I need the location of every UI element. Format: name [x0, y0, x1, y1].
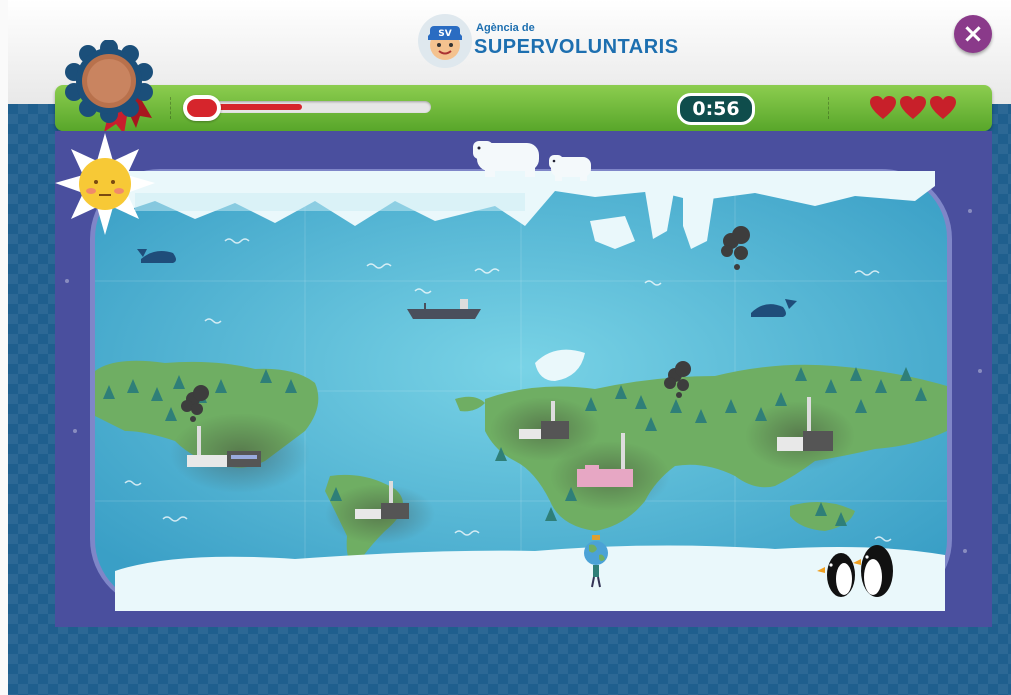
hud-bar: 0:56 — [55, 85, 992, 131]
close-button[interactable]: × — [954, 15, 992, 53]
game-area[interactable] — [55, 131, 992, 627]
heart-icon — [870, 96, 896, 119]
logo-title: SUPERVOLUNTARIS — [474, 36, 679, 58]
hud-separator — [170, 97, 171, 119]
heart-icon — [930, 96, 956, 119]
logo: SV Agència de SUPERVOLUNTARIS — [418, 12, 678, 72]
heart-icon — [900, 96, 926, 119]
medal-icon — [65, 40, 153, 134]
hud-separator — [828, 97, 829, 119]
logo-badge: SV — [418, 14, 472, 68]
thermometer-icon — [183, 95, 221, 121]
logo-subtitle: Agència de — [476, 22, 535, 34]
logo-badge-text: SV — [438, 29, 451, 39]
timer: 0:56 — [677, 93, 755, 125]
lives — [869, 95, 969, 121]
